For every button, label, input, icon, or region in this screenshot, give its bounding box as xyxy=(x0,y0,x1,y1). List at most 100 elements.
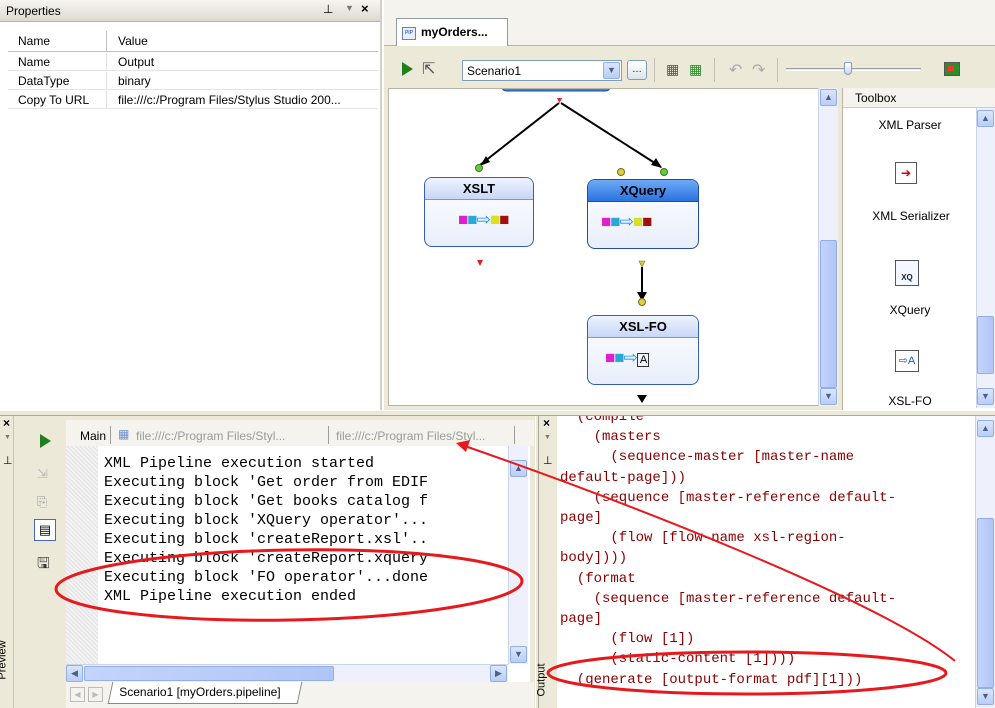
scroll-up-icon[interactable]: ▲ xyxy=(977,420,994,437)
toolbox-item-xml-serializer[interactable]: XML Serializer xyxy=(851,209,971,223)
tab-prev-icon[interactable]: ◀ xyxy=(70,687,85,702)
snap-grid-icon[interactable]: ▦ xyxy=(689,61,702,78)
xslfo-block[interactable]: XSL-FO ■■⇨ A xyxy=(587,315,699,385)
output-line: (format xyxy=(560,570,636,587)
xquery-block-header: XQuery xyxy=(588,180,698,202)
transform-icon: ■■⇨■■ xyxy=(601,212,652,231)
scenario-settings-button[interactable]: … xyxy=(627,60,647,80)
property-value[interactable]: binary xyxy=(118,74,151,88)
tab-file-2[interactable]: file:///c:/Program Files/Styl... xyxy=(336,429,485,443)
output-scrollbar[interactable]: ▲ ▼ xyxy=(975,416,995,708)
pin-icon[interactable]: ⊥ xyxy=(3,454,13,467)
xslfo-icon[interactable]: ⇨A xyxy=(895,350,919,372)
zoom-slider-thumb[interactable] xyxy=(844,62,852,75)
toolbox-item-xsl-fo[interactable]: XSL-FO xyxy=(855,394,965,408)
pin-icon[interactable]: ⊥ xyxy=(323,2,333,16)
zoom-slider[interactable] xyxy=(786,62,921,80)
debug-icon[interactable]: ⇱ xyxy=(422,59,435,79)
transform-icon: ■■⇨■■ xyxy=(458,210,509,229)
output-panel: × ▼ ⊥ Output (compile (masters (sequence… xyxy=(536,416,995,708)
canvas-scrollbar[interactable]: ▲ ▼ xyxy=(818,88,838,406)
preview-toolbar: ⇲ ⎘ ▤ 🖫 xyxy=(15,416,65,708)
dropdown-icon[interactable]: ▼ xyxy=(345,3,354,13)
scroll-up-icon[interactable]: ▲ xyxy=(820,89,837,106)
column-header-value[interactable]: Value xyxy=(118,34,148,48)
output-line: (masters xyxy=(560,429,661,446)
step-icon[interactable]: ⇲ xyxy=(37,466,48,482)
scroll-right-icon[interactable]: ▶ xyxy=(490,665,507,682)
output-line: (flow [1]) xyxy=(560,631,695,648)
preview-panel: × ▼ ⊥ Preview ⇲ ⎘ ▤ 🖫 Main ▦ file:///c:/… xyxy=(0,416,535,708)
redo-icon[interactable]: ↷ xyxy=(752,60,765,80)
dropdown-icon[interactable]: ▼ xyxy=(4,434,11,441)
property-row[interactable]: DataType binary xyxy=(8,72,378,90)
log-line: Executing block 'XQuery operator'... xyxy=(104,512,429,529)
run-icon[interactable] xyxy=(40,434,51,448)
xslt-block[interactable]: XSLT ■■⇨■■ xyxy=(424,177,534,247)
property-value[interactable]: Output xyxy=(118,55,154,69)
pipeline-canvas[interactable]: XSLT ■■⇨■■ XQuery ■■⇨■■ XSL-FO ■■⇨ A xyxy=(388,88,820,406)
tab-file-1[interactable]: file:///c:/Program Files/Styl... xyxy=(136,429,285,443)
toolbox-scrollbar[interactable]: ▲ ▼ xyxy=(976,108,995,408)
close-icon[interactable]: × xyxy=(3,416,10,430)
log-line: XML Pipeline execution ended xyxy=(104,588,357,605)
serializer-icon[interactable]: ➔ xyxy=(895,162,917,184)
scroll-down-icon[interactable]: ▼ xyxy=(510,646,527,663)
scroll-left-icon[interactable]: ◀ xyxy=(66,665,83,682)
xquery-block[interactable]: XQuery ■■⇨■■ xyxy=(587,179,699,249)
output-line: (generate [output-format pdf][1])) xyxy=(560,671,863,688)
tab-label: myOrders... xyxy=(421,25,488,39)
scroll-up-icon[interactable]: ▲ xyxy=(510,460,527,477)
xquery-icon[interactable]: XQ xyxy=(895,260,919,286)
scenario-select[interactable]: Scenario1 ▼ xyxy=(462,60,622,81)
pin-icon[interactable]: ⊥ xyxy=(543,454,553,467)
chevron-down-icon[interactable]: ▼ xyxy=(603,62,620,79)
scroll-thumb[interactable] xyxy=(977,518,994,688)
scroll-down-icon[interactable]: ▼ xyxy=(820,388,837,405)
scroll-thumb[interactable] xyxy=(820,240,837,388)
tab-main[interactable]: Main xyxy=(80,429,106,443)
log-line: Executing block 'createReport.xsl'.. xyxy=(104,531,429,548)
undo-icon[interactable]: ↶ xyxy=(729,60,742,80)
close-icon[interactable]: × xyxy=(361,1,369,16)
tab-next-icon[interactable]: ▶ xyxy=(88,687,103,702)
preview-log[interactable]: XML Pipeline execution started Executing… xyxy=(66,446,530,682)
scroll-down-icon[interactable]: ▼ xyxy=(977,688,994,705)
scroll-up-icon[interactable]: ▲ xyxy=(977,110,994,127)
scroll-thumb[interactable] xyxy=(84,666,334,681)
output-line: page] xyxy=(560,611,603,628)
output-line: default-page])) xyxy=(560,469,687,486)
scenario-tab[interactable]: Scenario1 [myOrders.pipeline] xyxy=(107,682,303,704)
overview-icon[interactable] xyxy=(944,62,960,76)
close-icon[interactable]: × xyxy=(543,416,550,430)
run-icon[interactable] xyxy=(402,62,413,76)
toolbox-item-xquery[interactable]: XQuery xyxy=(855,303,965,317)
log-scrollbar-horizontal[interactable]: ◀ ▶ xyxy=(66,664,508,682)
properties-panel: Properties ⊥ ▼ × Name Value Name Output … xyxy=(0,0,382,410)
scroll-down-icon[interactable]: ▼ xyxy=(977,388,994,405)
log-scrollbar-vertical[interactable]: ▲ ▼ xyxy=(508,446,528,664)
log-gutter xyxy=(66,446,98,682)
property-row[interactable]: Copy To URL file:///c:/Program Files/Sty… xyxy=(8,91,378,109)
property-row[interactable]: Name Output xyxy=(8,53,378,71)
document-view-icon[interactable]: ▤ xyxy=(34,519,56,541)
output-text[interactable]: (compile (masters (sequence-master [mast… xyxy=(557,416,975,708)
editor-panel: PIP myOrders... ⇱ Scenario1 ▼ … ▦ ▦ ↶ ↷ xyxy=(384,0,995,410)
toolbox-item-xml-parser[interactable]: XML Parser xyxy=(855,118,965,132)
document-tab[interactable]: PIP myOrders... xyxy=(396,18,508,46)
scenario-value: Scenario1 xyxy=(467,64,522,78)
output-line: (sequence-master [master-name xyxy=(560,449,855,466)
scroll-thumb[interactable] xyxy=(977,316,994,374)
properties-grid-header: Name Value xyxy=(8,31,378,52)
log-line: Executing block 'createReport.xquery xyxy=(104,550,429,567)
property-value[interactable]: file:///c:/Program Files/Stylus Studio 2… xyxy=(118,93,341,107)
grid-icon[interactable]: ▦ xyxy=(666,61,679,78)
dropdown-icon[interactable]: ▼ xyxy=(544,434,551,441)
column-divider xyxy=(106,31,107,52)
column-header-name[interactable]: Name xyxy=(18,34,50,48)
xslfo-block-header: XSL-FO xyxy=(588,316,698,338)
copy-icon[interactable]: ⎘ xyxy=(37,494,47,510)
save-output-icon[interactable]: 🖫 xyxy=(37,553,50,578)
file-icon: ▦ xyxy=(118,427,130,441)
log-line: XML Pipeline execution started xyxy=(104,455,375,472)
